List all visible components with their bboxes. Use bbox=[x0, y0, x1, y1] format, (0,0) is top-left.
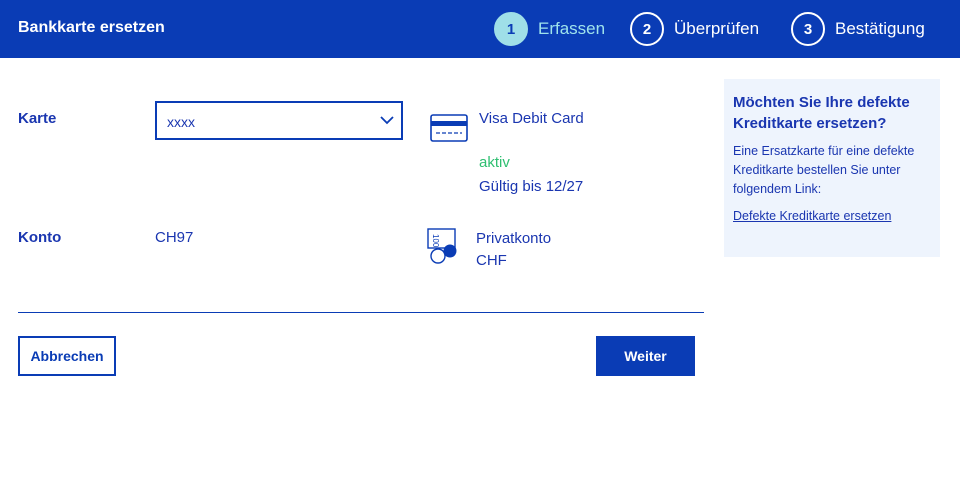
step-label: Erfassen bbox=[538, 19, 606, 38]
info-box: Möchten Sie Ihre defekte Kreditkarte ers… bbox=[724, 79, 940, 257]
info-heading: Möchten Sie Ihre defekte Kreditkarte ers… bbox=[733, 94, 910, 132]
next-button[interactable]: Weiter bbox=[596, 336, 695, 376]
step-bestaetigung: 3 Bestätigung bbox=[791, 11, 925, 47]
card-type: Visa Debit Card bbox=[479, 110, 584, 127]
step-label: Bestätigung bbox=[835, 19, 925, 38]
step-number: 3 bbox=[791, 12, 825, 46]
step-number: 1 bbox=[494, 12, 528, 46]
card-select-value: xxxx bbox=[167, 114, 195, 130]
card-status-badge: aktiv bbox=[479, 154, 510, 171]
page-title: Bankkarte ersetzen bbox=[18, 19, 165, 36]
divider bbox=[18, 312, 704, 313]
chevron-down-icon bbox=[380, 116, 394, 125]
account-currency: CHF bbox=[476, 252, 507, 269]
top-bar: Bankkarte ersetzen 1 Erfassen 2 Überprüf… bbox=[0, 0, 960, 58]
step-number: 2 bbox=[630, 12, 664, 46]
account-type: Privatkonto bbox=[476, 230, 552, 247]
account-label: Konto bbox=[18, 229, 62, 246]
credit-card-icon bbox=[430, 114, 468, 142]
step-erfassen: 1 Erfassen bbox=[494, 11, 605, 47]
replace-credit-card-link[interactable]: Defekte Kreditkarte ersetzen bbox=[733, 209, 930, 223]
card-label: Karte bbox=[18, 110, 57, 127]
card-validity: Gültig bis 12/27 bbox=[479, 178, 584, 195]
banknote-coins-icon: 100 bbox=[427, 228, 457, 264]
cancel-button[interactable]: Abbrechen bbox=[18, 336, 116, 376]
card-select[interactable]: xxxx bbox=[155, 101, 403, 140]
account-value: CH97 bbox=[155, 229, 194, 246]
svg-text:100: 100 bbox=[431, 234, 440, 248]
step-ueberpruefen: 2 Überprüfen bbox=[630, 11, 759, 47]
info-body: Eine Ersatzkarte für eine defekte Kredit… bbox=[733, 144, 915, 196]
step-label: Überprüfen bbox=[674, 19, 760, 38]
